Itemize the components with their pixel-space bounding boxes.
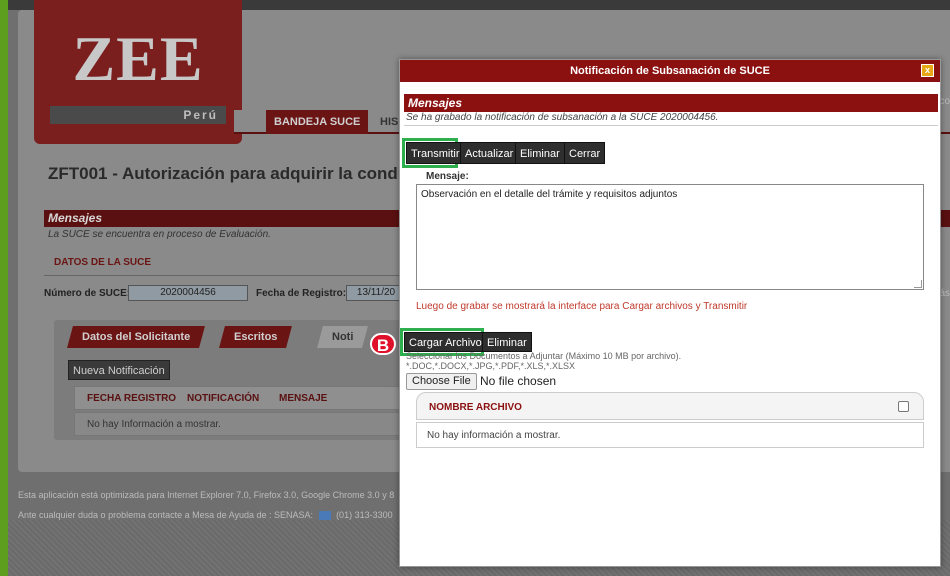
page-title: ZFT001 - Autorización para adquirir la c… bbox=[48, 164, 438, 183]
footer-phone: (01) 313-3300 bbox=[336, 510, 393, 520]
mensaje-label: Mensaje: bbox=[426, 171, 469, 182]
upload-info-line1: Seleccionar los Documentos a Adjuntar (M… bbox=[406, 351, 682, 361]
modal-mensajes-text: Se ha grabado la notificación de subsana… bbox=[404, 112, 938, 126]
col-nombre-archivo: NOMBRE ARCHIVO bbox=[429, 402, 522, 413]
modal-title: Notificación de Subsanación de SUCE bbox=[570, 65, 770, 77]
zee-logo: ZEE Perú bbox=[34, 0, 242, 144]
eliminar-button[interactable]: Eliminar bbox=[515, 142, 565, 164]
logo-text: ZEE bbox=[72, 23, 204, 94]
fecha-registro-field: 13/11/20 bbox=[346, 285, 406, 301]
col-notificacion: NOTIFICACIÓN bbox=[187, 393, 260, 404]
notifications-grid-header: FECHA REGISTRO NOTIFICACIÓN MENSAJE bbox=[74, 386, 434, 410]
file-table-header: NOMBRE ARCHIVO bbox=[416, 392, 924, 420]
tab-notificaciones-label: Noti bbox=[332, 331, 354, 343]
tab-datos-solicitante[interactable]: Datos del Solicitante bbox=[67, 326, 206, 348]
tab-datos-solicitante-label: Datos del Solicitante bbox=[82, 331, 191, 343]
transmitir-button[interactable]: Transmitir bbox=[406, 142, 465, 164]
numero-suce-field: 2020004456 bbox=[128, 285, 248, 301]
close-icon[interactable]: x bbox=[921, 64, 934, 77]
numero-suce-label: Número de SUCE: bbox=[44, 288, 131, 299]
tab-escritos-label: Escritos bbox=[234, 331, 278, 343]
nueva-notificacion-button[interactable]: Nueva Notificación bbox=[68, 360, 170, 380]
divider bbox=[44, 275, 404, 276]
mensaje-value: Observación en el detalle del trámite y … bbox=[421, 189, 678, 200]
phone-icon bbox=[318, 511, 331, 521]
tab-escritos[interactable]: Escritos bbox=[219, 326, 293, 348]
mensajes-text: La SUCE se encuentra en proceso de Evalu… bbox=[48, 229, 271, 240]
cerrar-button[interactable]: Cerrar bbox=[564, 142, 606, 164]
footer-browser-note: Esta aplicación está optimizada para Int… bbox=[18, 490, 395, 500]
upload-info: Seleccionar los Documentos a Adjuntar (M… bbox=[406, 351, 681, 371]
file-table-empty: No hay información a mostrar. bbox=[416, 422, 924, 448]
modal-mensajes-header: Mensajes bbox=[404, 94, 938, 112]
actualizar-button[interactable]: Actualizar bbox=[460, 142, 519, 164]
choose-file-button[interactable]: Choose File bbox=[406, 373, 477, 390]
tab-notificaciones[interactable]: Noti bbox=[317, 326, 369, 348]
logo-subtext: Perú bbox=[183, 108, 218, 122]
upload-note: Luego de grabar se mostrará la interface… bbox=[416, 301, 748, 312]
section-datos-suce: DATOS DE LA SUCE bbox=[54, 257, 152, 268]
select-all-checkbox[interactable] bbox=[898, 401, 909, 412]
right-edge-text-1: co bbox=[939, 96, 950, 107]
fecha-registro-label: Fecha de Registro: bbox=[256, 288, 347, 299]
col-mensaje: MENSAJE bbox=[279, 393, 328, 404]
mensaje-textarea[interactable]: Observación en el detalle del trámite y … bbox=[416, 184, 924, 290]
footer-help-text: Ante cualquier duda o problema contacte … bbox=[18, 510, 314, 520]
resize-handle-icon[interactable] bbox=[914, 280, 922, 288]
left-green-border bbox=[0, 0, 8, 576]
footer-help: Ante cualquier duda o problema contacte … bbox=[18, 510, 393, 521]
nav-tab-bandeja-suce[interactable]: BANDEJA SUCE bbox=[266, 110, 369, 134]
cargar-archivo-button[interactable]: Cargar Archivo bbox=[404, 332, 487, 352]
eliminar-archivo-button[interactable]: Eliminar bbox=[482, 332, 532, 352]
modal-title-bar: Notificación de Subsanación de SUCE x bbox=[400, 60, 940, 82]
col-fecha-registro: FECHA REGISTRO bbox=[87, 393, 177, 404]
annotation-badge-b: B bbox=[370, 333, 396, 355]
no-file-text: No file chosen bbox=[480, 374, 557, 388]
right-edge-text-2: ás bbox=[939, 288, 950, 299]
notifications-grid-empty: No hay Información a mostrar. bbox=[74, 412, 434, 436]
notification-modal: Notificación de Subsanación de SUCE x Me… bbox=[399, 59, 941, 567]
upload-info-formats: *.DOC,*.DOCX,*.JPG,*.PDF,*.XLS,*.XLSX bbox=[406, 361, 576, 371]
